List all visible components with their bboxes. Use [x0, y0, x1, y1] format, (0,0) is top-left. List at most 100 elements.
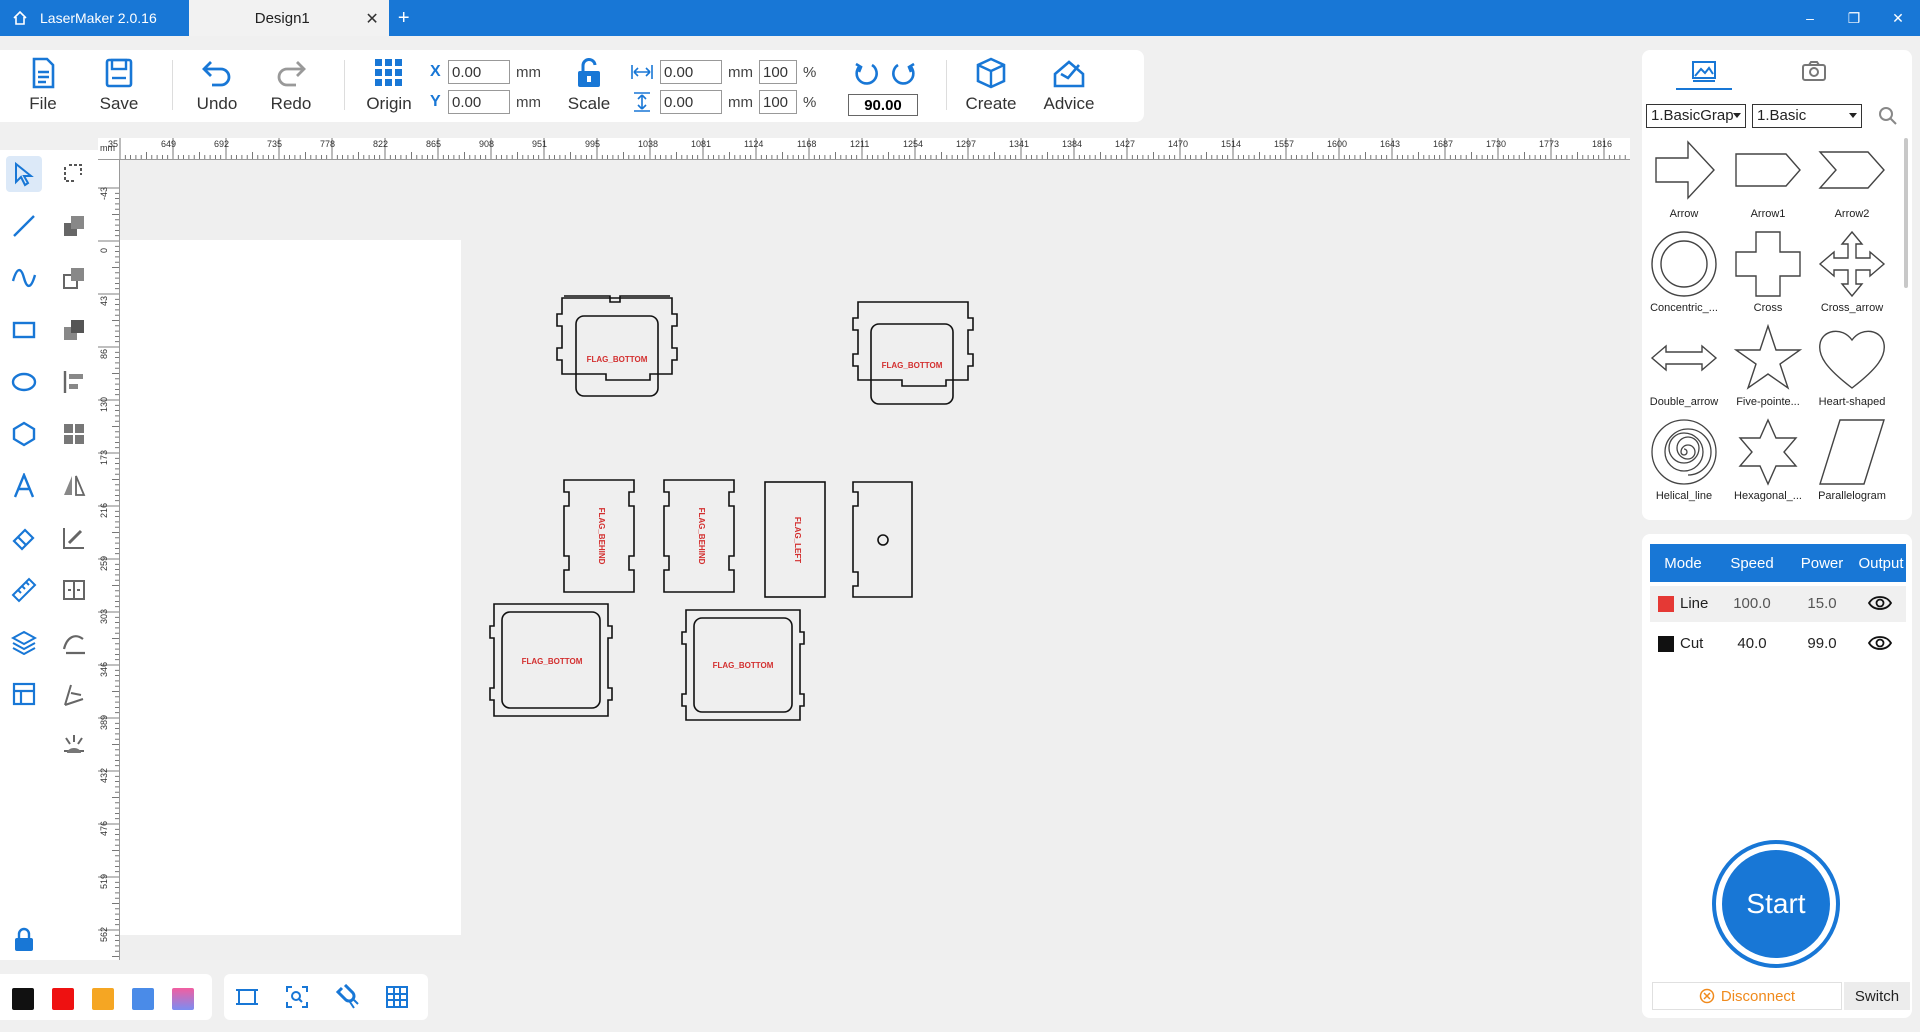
shape-subcategory-select[interactable]: 1.Basic	[1752, 104, 1862, 128]
undo-icon	[202, 61, 231, 87]
color-swatch-orange[interactable]	[92, 988, 114, 1010]
part-side-panel-4[interactable]	[852, 481, 913, 598]
shape-hexagonal-star[interactable]: Hexagonal_...	[1726, 418, 1810, 512]
split-icon	[63, 580, 85, 600]
undo-button[interactable]: Undo	[184, 56, 250, 118]
shape-heart[interactable]: Heart-shaped	[1810, 324, 1894, 418]
minimize-button[interactable]: –	[1788, 0, 1832, 36]
array-tool[interactable]	[56, 416, 92, 452]
part-top-panel-1[interactable]	[556, 295, 678, 397]
ruler-tick-label: 389	[99, 715, 109, 730]
angle-input[interactable]	[848, 94, 918, 116]
disconnect-button[interactable]: Disconnect	[1652, 982, 1842, 1010]
layer-row-line[interactable]: Line 100.0 15.0	[1650, 586, 1906, 622]
rotate-ccw-icon[interactable]	[852, 60, 880, 88]
maximize-button[interactable]: ❐	[1832, 0, 1876, 36]
shape-parallelogram[interactable]: Parallelogram	[1810, 418, 1894, 512]
tab-design1[interactable]: Design1 ✕	[188, 0, 389, 36]
ellipse-tool[interactable]	[6, 364, 42, 400]
shape-arrow[interactable]: Arrow	[1642, 136, 1726, 230]
x-input[interactable]	[448, 60, 510, 84]
left-ruler[interactable]: -43 0 43 86 130 173 216 259 303 346 389 432 476 519 56…	[98, 160, 120, 960]
trace-tool[interactable]	[56, 520, 92, 556]
template-tool[interactable]	[6, 676, 42, 712]
shape-double-arrow[interactable]: Double_arrow	[1642, 324, 1726, 418]
shapes-scrollbar[interactable]	[1904, 138, 1908, 288]
layer-row-cut[interactable]: Cut 40.0 99.0	[1650, 626, 1906, 662]
scale-lock-button[interactable]: Scale	[556, 56, 622, 118]
color-swatch-red[interactable]	[52, 988, 74, 1010]
redo-button[interactable]: Redo	[258, 56, 324, 118]
part-top-panel-2[interactable]	[852, 301, 974, 405]
width-input[interactable]	[660, 60, 722, 84]
rotate-cw-icon[interactable]	[890, 60, 918, 88]
shape-five-pointed-star[interactable]: Five-pointe...	[1726, 324, 1810, 418]
mirror-tool[interactable]	[56, 468, 92, 504]
align-tool[interactable]	[56, 364, 92, 400]
new-tab-button[interactable]: +	[389, 7, 419, 30]
color-swatch-gradient[interactable]	[172, 988, 194, 1010]
top-ruler[interactable]: 35 649 692 735 778 822 865 908 951 995 1038 1081 112…	[98, 138, 1630, 160]
laser-tool[interactable]	[56, 728, 92, 764]
tab-camera[interactable]	[1794, 56, 1834, 86]
file-button[interactable]: File	[10, 56, 76, 118]
measure-tool[interactable]	[6, 572, 42, 608]
search-icon[interactable]	[1878, 106, 1898, 126]
eye-icon[interactable]	[1868, 594, 1892, 612]
shape-cross[interactable]: Cross	[1726, 230, 1810, 324]
tab-shapes[interactable]	[1684, 56, 1724, 86]
rectangle-tool[interactable]	[6, 312, 42, 348]
y-input[interactable]	[448, 90, 510, 114]
eraser-tool[interactable]	[6, 520, 42, 556]
origin-button[interactable]: Origin	[356, 56, 422, 118]
offset-tool[interactable]	[56, 624, 92, 660]
path-tool[interactable]	[56, 676, 92, 712]
design-canvas[interactable]: FLAG_BOTTOM FLAG_BOTTOM FLAG_BOTTOM FLAG…	[120, 160, 1630, 960]
split-tool[interactable]	[56, 572, 92, 608]
shape-helical-line[interactable]: Helical_line	[1642, 418, 1726, 512]
shape-arrow2[interactable]: Arrow2	[1810, 136, 1894, 230]
home-icon[interactable]	[0, 0, 40, 36]
intersect-tool[interactable]	[56, 312, 92, 348]
shape-arrow1[interactable]: Arrow1	[1726, 136, 1810, 230]
create-button[interactable]: Create	[958, 56, 1024, 118]
shape-category-select[interactable]: 1.BasicGrap	[1646, 104, 1746, 128]
layers-tool[interactable]	[6, 624, 42, 660]
subtract-tool[interactable]	[56, 260, 92, 296]
tab-close-icon[interactable]: ✕	[365, 9, 378, 29]
ruler-tick-label: 1470	[1168, 139, 1188, 149]
width-percent-input[interactable]	[759, 60, 797, 84]
edit-node-tool[interactable]	[56, 156, 92, 192]
width-icon	[631, 65, 653, 79]
start-button[interactable]: Start	[1712, 840, 1840, 968]
grid-icon[interactable]	[384, 984, 410, 1010]
text-tool[interactable]	[6, 468, 42, 504]
save-button[interactable]: Save	[86, 56, 152, 118]
ruler-tick-label: 1600	[1327, 139, 1347, 149]
layer-color-swatch[interactable]	[1658, 596, 1674, 612]
switch-button[interactable]: Switch	[1844, 982, 1910, 1010]
ruler-tick-label: 1081	[691, 139, 711, 149]
eye-icon[interactable]	[1868, 634, 1892, 652]
color-swatch-blue[interactable]	[132, 988, 154, 1010]
union-tool[interactable]	[56, 208, 92, 244]
shape-cross-arrow[interactable]: Cross_arrow	[1810, 230, 1894, 324]
height-percent-input[interactable]	[759, 90, 797, 114]
ruler-tick-label: 43	[99, 296, 109, 306]
lock-tool[interactable]	[6, 922, 42, 958]
curve-tool[interactable]	[6, 260, 42, 296]
snap-magnet-icon[interactable]	[334, 984, 360, 1010]
polygon-tool[interactable]	[6, 416, 42, 452]
box-parts[interactable]: FLAG_BOTTOM FLAG_BOTTOM FLAG_BOTTOM FLAG…	[120, 160, 1630, 960]
line-tool[interactable]	[6, 208, 42, 244]
color-swatch-black[interactable]	[12, 988, 34, 1010]
fit-page-icon[interactable]	[234, 984, 260, 1010]
height-input[interactable]	[660, 90, 722, 114]
advice-button[interactable]: Advice	[1036, 56, 1102, 118]
double-arrow-icon	[1650, 344, 1718, 372]
zoom-selection-icon[interactable]	[284, 984, 310, 1010]
shape-concentric[interactable]: Concentric_...	[1642, 230, 1726, 324]
layer-color-swatch[interactable]	[1658, 636, 1674, 652]
select-tool[interactable]	[6, 156, 42, 192]
close-window-button[interactable]: ✕	[1876, 0, 1920, 36]
